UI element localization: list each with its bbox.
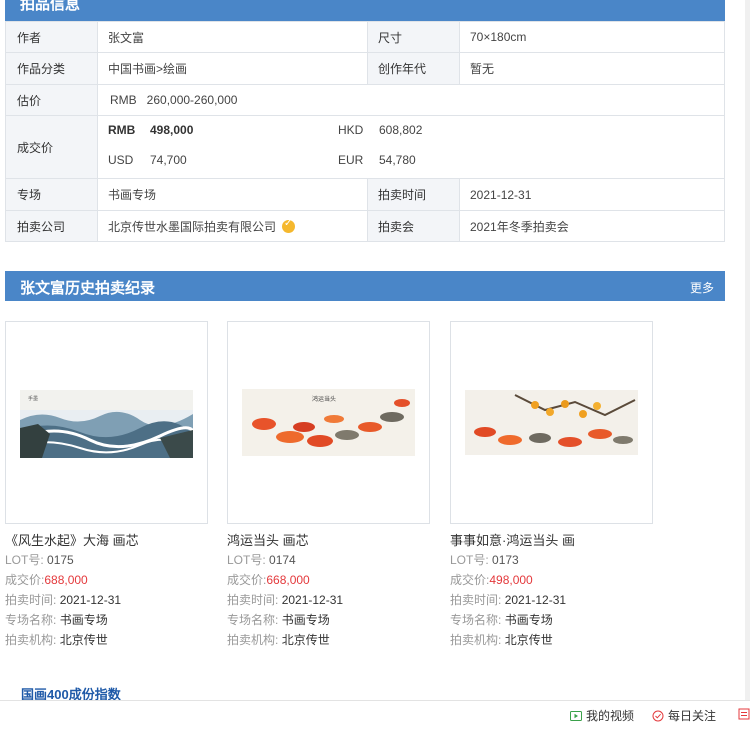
lot-price: 668,000 [266, 573, 310, 587]
time-label: 拍卖时间: [227, 593, 279, 607]
lot-card-image-3[interactable] [450, 321, 653, 524]
my-video-label: 我的视频 [586, 709, 635, 723]
eur-currency: EUR [338, 153, 364, 167]
deal-price-label: 成交价 [5, 115, 98, 179]
time-label: 拍卖时间: [5, 593, 57, 607]
auction-time-label: 拍卖时间 [367, 178, 460, 211]
session-name-label: 专场名称: [227, 613, 279, 627]
daily-follow-button[interactable]: 每日关注 [652, 707, 716, 724]
session-label: 专场 [5, 178, 98, 211]
menu-icon [738, 708, 750, 720]
lot-number-label: LOT号: [227, 553, 266, 567]
lot-org: 北京传世 [59, 633, 108, 647]
lot-name-3[interactable]: 事事如意·鸿运当头 画 [450, 530, 665, 550]
lot-info-table: 作者 张文富 尺寸 70×180cm 作品分类 中国书画>绘画 创作年代 暂无 … [5, 21, 725, 242]
lot-number-label: LOT号: [5, 553, 44, 567]
history-section-header: 张文富历史拍卖纪录 更多 [5, 271, 725, 301]
koi-persimmon-painting [465, 390, 638, 455]
lot-number-label: LOT号: [450, 553, 489, 567]
daily-follow-label: 每日关注 [668, 709, 717, 723]
lot-info-2: 鸿运当头 画芯 LOT号: 0174 成交价:668,000 拍卖时间: 202… [227, 530, 442, 650]
eur-price: 54,780 [379, 153, 416, 167]
auction-label: 拍卖会 [367, 210, 460, 242]
lot-name-2[interactable]: 鸿运当头 画芯 [227, 530, 442, 550]
author-label: 作者 [5, 21, 98, 53]
rmb-price: 498,000 [150, 123, 194, 137]
lot-session: 书画专场 [281, 613, 330, 627]
session-name-label: 专场名称: [450, 613, 502, 627]
session-value: 书画专场 [97, 178, 368, 211]
category-value: 中国书画>绘画 [97, 52, 368, 85]
author-value: 张文富 [97, 21, 368, 53]
deal-price-grid: RMB 498,000 HKD 608,802 USD 74,700 EUR 5… [98, 116, 724, 178]
video-icon [570, 710, 582, 722]
hkd-currency: HKD [338, 123, 364, 137]
info-section-title: 拍品信息 [20, 0, 81, 13]
org-label: 拍卖机构: [227, 633, 279, 647]
lot-number: 0173 [492, 553, 519, 567]
company-value[interactable]: 北京传世水墨国际拍卖有限公司 [108, 220, 276, 234]
koi-painting: 鸿运当头 [242, 389, 415, 456]
lot-card-image-2[interactable]: 鸿运当头 [227, 321, 430, 524]
usd-currency: USD [108, 153, 134, 167]
lot-number: 0174 [269, 553, 296, 567]
time-label: 拍卖时间: [450, 593, 502, 607]
session-name-label: 专场名称: [5, 613, 57, 627]
lot-session: 书画专场 [504, 613, 553, 627]
extra-icon-button[interactable] [738, 707, 750, 721]
estimate-value: RMB 260,000-260,000 [97, 84, 725, 116]
svg-text:手墨: 手墨 [28, 395, 38, 402]
svg-text:鸿运当头: 鸿运当头 [312, 395, 336, 403]
lot-name-1[interactable]: 《风生水起》大海 画芯 [5, 530, 220, 550]
lot-org: 北京传世 [504, 633, 553, 647]
hkd-price: 608,802 [379, 123, 423, 137]
scrollbar-track[interactable] [745, 0, 750, 700]
lot-info-1: 《风生水起》大海 画芯 LOT号: 0175 成交价:688,000 拍卖时间:… [5, 530, 220, 650]
company-cell: 北京传世水墨国际拍卖有限公司 [97, 210, 368, 242]
category-label: 作品分类 [5, 52, 98, 85]
estimate-label: 估价 [5, 84, 98, 116]
bottom-toolbar: 我的视频 每日关注 [0, 700, 750, 733]
more-link[interactable]: 更多 [690, 279, 714, 296]
price-label: 成交价: [450, 573, 490, 587]
era-value: 暂无 [459, 52, 725, 85]
org-label: 拍卖机构: [5, 633, 57, 647]
lot-price: 498,000 [489, 573, 533, 587]
lot-time: 2021-12-31 [281, 593, 344, 607]
history-section-title: 张文富历史拍卖纪录 [20, 280, 156, 297]
follow-icon [652, 710, 664, 722]
lot-number: 0175 [47, 553, 74, 567]
verified-badge-icon [282, 218, 296, 233]
seascape-painting: 手墨 [20, 390, 193, 458]
size-value: 70×180cm [459, 21, 725, 53]
company-label: 拍卖公司 [5, 210, 98, 242]
auction-value: 2021年冬季拍卖会 [459, 210, 725, 242]
price-label: 成交价: [5, 573, 45, 587]
lot-price: 688,000 [44, 573, 88, 587]
rmb-currency: RMB [108, 123, 136, 137]
auction-time-value: 2021-12-31 [459, 178, 725, 211]
usd-price: 74,700 [150, 153, 187, 167]
lot-time: 2021-12-31 [504, 593, 567, 607]
lot-info-3: 事事如意·鸿运当头 画 LOT号: 0173 成交价:498,000 拍卖时间:… [450, 530, 665, 650]
price-label: 成交价: [227, 573, 267, 587]
lot-time: 2021-12-31 [59, 593, 122, 607]
era-label: 创作年代 [367, 52, 460, 85]
lot-org: 北京传世 [281, 633, 330, 647]
org-label: 拍卖机构: [450, 633, 502, 647]
my-video-button[interactable]: 我的视频 [570, 707, 634, 724]
info-section-header: 拍品信息 [5, 0, 725, 21]
size-label: 尺寸 [367, 21, 460, 53]
lot-card-image-1[interactable]: 手墨 [5, 321, 208, 524]
lot-session: 书画专场 [59, 613, 108, 627]
